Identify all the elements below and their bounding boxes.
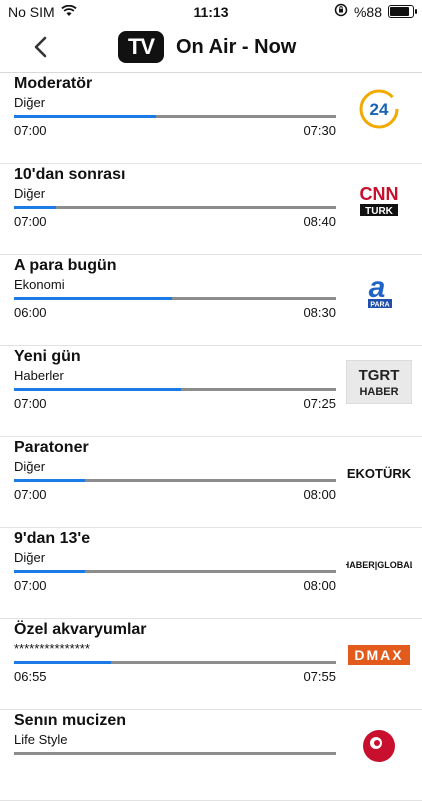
progress-fill xyxy=(14,570,85,573)
back-button[interactable] xyxy=(28,34,54,60)
progress-track xyxy=(14,661,336,664)
channel-tgrt-haber-logo[interactable]: TGRT HABER xyxy=(346,358,412,406)
progress-fill xyxy=(14,297,172,300)
program-row[interactable]: 10'dan sonrası Diğer 07:00 08:40 CNN TUR… xyxy=(0,164,422,255)
progress-track xyxy=(14,297,336,300)
channel-cnn-turk-logo[interactable]: CNN TURK xyxy=(346,176,412,224)
progress-fill xyxy=(14,479,85,482)
navigation-bar: TV On Air - Now xyxy=(0,24,422,73)
progress-fill xyxy=(14,388,182,391)
logo-text: EKOTÜRK xyxy=(347,466,412,481)
program-genre: Haberler xyxy=(14,368,64,383)
program-row[interactable]: Özel akvaryumlar *************** 06:55 0… xyxy=(0,619,422,710)
progress-track xyxy=(14,479,336,482)
program-title: Paratoner xyxy=(14,439,89,456)
program-genre: Life Style xyxy=(14,732,68,747)
battery-icon xyxy=(388,5,417,18)
progress-track xyxy=(14,115,336,118)
status-right: %88 xyxy=(334,3,417,20)
progress-fill xyxy=(14,115,156,118)
chevron-left-icon xyxy=(34,36,47,58)
program-title: Senın mucizen xyxy=(14,712,127,729)
program-row[interactable]: Moderatör Diğer 07:00 07:30 24 xyxy=(0,73,422,164)
program-genre: *************** xyxy=(14,641,90,656)
channel-a-para-logo[interactable]: a PARA xyxy=(346,267,412,315)
status-bar: No SIM 11:13 %88 xyxy=(0,0,422,24)
program-genre: Ekonomi xyxy=(14,277,65,292)
logo-text: TGRT xyxy=(359,367,400,384)
program-genre: Diğer xyxy=(14,95,46,110)
program-row[interactable]: 9'dan 13'e Diğer 07:00 08:00 HABER|GLOBA… xyxy=(0,528,422,619)
end-time: 08:00 xyxy=(303,578,336,593)
progress-track xyxy=(14,206,336,209)
program-title: 9'dan 13'e xyxy=(14,530,91,547)
program-genre: Diğer xyxy=(14,550,46,565)
channel-red-circle-logo[interactable] xyxy=(346,722,412,770)
program-title: Özel akvaryumlar xyxy=(14,621,147,638)
orientation-lock-icon xyxy=(334,3,348,20)
program-title: A para bugün xyxy=(14,257,117,274)
program-row[interactable]: A para bugün Ekonomi 06:00 08:30 a PARA xyxy=(0,255,422,346)
progress-track xyxy=(14,388,336,391)
program-title: Moderatör xyxy=(14,75,93,92)
logo-text: DMAX xyxy=(354,647,403,663)
end-time: 08:30 xyxy=(303,305,336,320)
program-genre: Diğer xyxy=(14,459,46,474)
logo-text: HABER xyxy=(359,386,398,398)
channel-ekoturk-logo[interactable]: EKOTÜRK xyxy=(346,449,412,497)
logo-text: TURK xyxy=(365,206,394,217)
logo-text: 24 xyxy=(370,100,389,119)
end-time: 07:55 xyxy=(303,669,336,684)
program-title: 10'dan sonrası xyxy=(14,166,126,183)
battery-percent: %88 xyxy=(353,3,382,20)
progress-fill xyxy=(14,661,111,664)
program-title: Yeni gün xyxy=(14,348,81,365)
page-title: On Air - Now xyxy=(176,36,297,58)
progress-fill xyxy=(14,206,56,209)
channel-haber-global-logo[interactable]: HABER|GLOBAL xyxy=(346,540,412,588)
end-time: 07:30 xyxy=(303,123,336,138)
end-time: 07:25 xyxy=(303,396,336,411)
end-time: 08:40 xyxy=(303,214,336,229)
logo-text: PARA xyxy=(370,302,389,309)
channel-24-logo[interactable]: 24 xyxy=(346,85,412,133)
end-time: 08:00 xyxy=(303,487,336,502)
progress-track xyxy=(14,752,336,755)
tv-logo: TV xyxy=(118,31,164,63)
program-list: Moderatör Diğer 07:00 07:30 24 10'dan so… xyxy=(0,73,422,801)
channel-dmax-logo[interactable]: DMAX xyxy=(346,631,412,679)
program-row[interactable]: Senın mucizen Life Style xyxy=(0,710,422,801)
logo-text: CNN xyxy=(360,184,399,204)
program-genre: Diğer xyxy=(14,186,46,201)
program-row[interactable]: Paratoner Diğer 07:00 08:00 EKOTÜRK xyxy=(0,437,422,528)
program-row[interactable]: Yeni gün Haberler 07:00 07:25 TGRT HABER xyxy=(0,346,422,437)
progress-track xyxy=(14,570,336,573)
logo-text: HABER|GLOBAL xyxy=(346,560,412,570)
